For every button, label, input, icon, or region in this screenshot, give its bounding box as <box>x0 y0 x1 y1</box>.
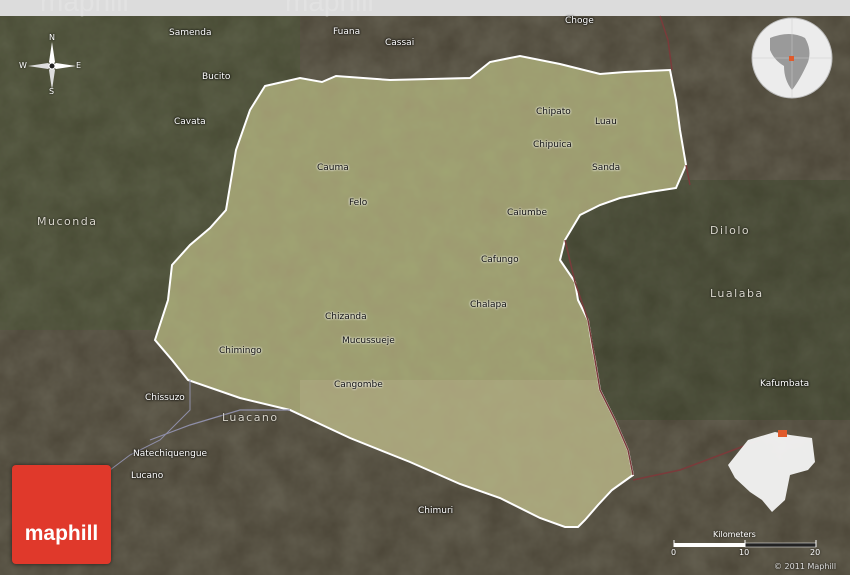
scale-tick-label: 20 <box>810 548 821 557</box>
compass-east-label: E <box>76 61 82 70</box>
place-label: Cauma <box>317 163 349 173</box>
place-label: Mucussueje <box>342 336 395 346</box>
place-label: Felo <box>349 198 368 208</box>
place-label: Kafumbata <box>760 379 810 389</box>
logo-text: maphill <box>24 522 99 545</box>
watermark: maphill <box>285 0 374 17</box>
compass-north-label: N <box>49 33 55 42</box>
place-label: Chalapa <box>470 300 507 310</box>
globe-inset <box>751 17 833 99</box>
place-label: Lucano <box>131 471 164 481</box>
watermark: maphill <box>40 0 129 17</box>
place-label: Choge <box>565 16 594 26</box>
place-label: Bucito <box>202 72 231 82</box>
map-canvas[interactable]: maphill maphill N S E W Samenda Fuana Ca… <box>0 0 850 575</box>
place-label: Natechiquengue <box>133 449 208 459</box>
region-label: Lualaba <box>710 287 764 300</box>
place-label: Fuana <box>333 27 361 37</box>
place-label: Cassai <box>385 38 415 48</box>
place-label: Caiumbe <box>507 208 548 218</box>
place-label: Luau <box>595 117 617 127</box>
scale-tick-label: 0 <box>671 548 677 557</box>
compass-south-label: S <box>49 87 55 96</box>
place-label: Samenda <box>169 28 212 38</box>
region-label: Luacano <box>222 411 279 424</box>
place-label: Cafungo <box>481 255 519 265</box>
place-label: Chimingo <box>219 346 262 356</box>
place-label: Chipato <box>536 107 571 117</box>
place-label: Chimuri <box>418 506 454 516</box>
copyright-text: © 2011 Maphill <box>774 562 837 571</box>
scale-tick-label: 10 <box>739 548 750 557</box>
place-label: Sanda <box>592 163 621 173</box>
place-label: Chissuzo <box>145 393 185 403</box>
region-label: Muconda <box>37 215 98 228</box>
place-label: Chipuica <box>533 140 572 150</box>
scale-title: Kilometers <box>713 530 756 539</box>
region-label: Dilolo <box>710 224 751 237</box>
maphill-logo[interactable]: maphill <box>12 465 111 564</box>
place-label: Cangombe <box>334 380 383 390</box>
place-label: Chizanda <box>325 312 367 322</box>
place-label: Cavata <box>174 117 206 127</box>
compass-west-label: W <box>19 61 27 70</box>
